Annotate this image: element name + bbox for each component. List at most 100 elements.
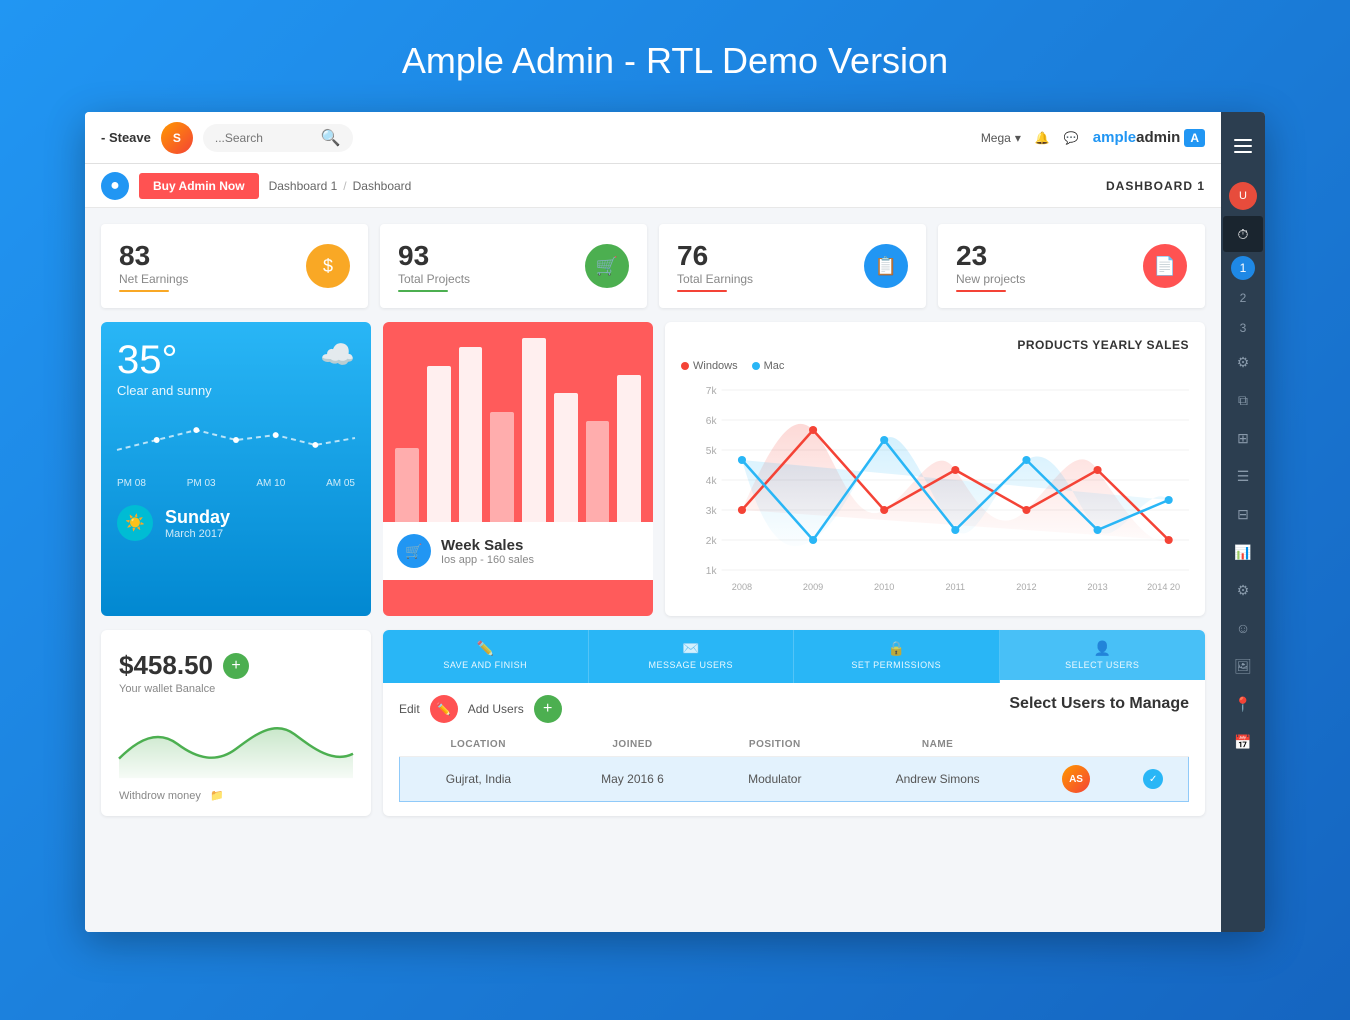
stat-card-3: 23 New projects 📄	[938, 224, 1205, 308]
sales-bar-4	[522, 338, 546, 522]
weather-time-1: PM 03	[187, 478, 216, 489]
weather-icon: ☁️	[320, 338, 355, 371]
cell-position: Modulator	[708, 757, 841, 802]
tab-save-finish[interactable]: ✏️ SAVE AND FINISH	[383, 630, 589, 683]
stat-left-0: 83 Net Earnings	[119, 240, 188, 292]
sales-bar-3	[490, 412, 514, 522]
sidebar-list-icon[interactable]: ☰	[1223, 458, 1263, 494]
users-tabs: ✏️ SAVE AND FINISH ✉️ MESSAGE USERS 🔒 SE…	[383, 630, 1205, 683]
cell-joined: May 2016 6	[557, 757, 708, 802]
select-users-label: SELECT USERS	[1065, 660, 1139, 670]
sidebar-location-icon[interactable]: 📍	[1223, 686, 1263, 722]
weather-wave-chart	[117, 410, 355, 470]
tab-select-users[interactable]: 👤 SELECT USERS	[1000, 630, 1206, 683]
stat-label-1: Total Projects	[398, 272, 470, 286]
svg-text:6k: 6k	[706, 416, 718, 427]
bottom-row: $458.50 + Your wallet Banalce	[101, 630, 1205, 816]
search-input[interactable]	[215, 131, 315, 145]
sidebar-grid-icon[interactable]: ⊞	[1223, 420, 1263, 456]
table-row[interactable]: Gujrat, India May 2016 6 Modulator Andre…	[400, 757, 1189, 802]
sidebar-image-icon[interactable]: 🖼	[1223, 648, 1263, 684]
add-users-button[interactable]: +	[534, 695, 562, 723]
svg-text:7k: 7k	[706, 386, 718, 397]
sidebar-num-1[interactable]: 1	[1231, 256, 1255, 280]
col-name: NAME	[841, 733, 1033, 757]
stats-row: 83 Net Earnings $ 93 Total Projects 🛒	[101, 224, 1205, 308]
col-position: POSITION	[708, 733, 841, 757]
weather-date: Sunday March 2017	[165, 507, 230, 540]
legend-label-windows: Windows	[693, 360, 738, 372]
chevron-down-icon: ▾	[1015, 131, 1021, 145]
mega-label: Mega	[981, 131, 1011, 145]
dashboard-body: 83 Net Earnings $ 93 Total Projects 🛒	[85, 208, 1221, 932]
sidebar-calendar-icon[interactable]: 📅	[1223, 724, 1263, 760]
middle-row: 35° ☁️ Clear and sunny	[101, 322, 1205, 616]
stat-icon-2: 📋	[864, 244, 908, 288]
col-joined: JOINED	[557, 733, 708, 757]
breadcrumb-item-1: Dashboard 1	[269, 179, 338, 193]
svg-text:2013: 2013	[1087, 582, 1107, 592]
stat-label-2: Total Earnings	[677, 272, 753, 286]
sidebar-table-icon[interactable]: ⊟	[1223, 496, 1263, 532]
weather-bottom: ☀️ Sunday March 2017	[117, 505, 355, 541]
weather-time-3: AM 05	[326, 478, 355, 489]
chart-legend: Windows Mac	[681, 360, 1189, 372]
weather-time-2: AM 10	[256, 478, 285, 489]
tab-set-permissions[interactable]: 🔒 SET PERMISSIONS	[794, 630, 1000, 683]
legend-dot-mac	[752, 362, 760, 370]
sidebar-smile-icon[interactable]: ☺	[1223, 610, 1263, 646]
stat-icon-1: 🛒	[585, 244, 629, 288]
messages-icon[interactable]: 💬	[1064, 131, 1079, 145]
sidebar-gear-icon[interactable]: ⚙	[1223, 572, 1263, 608]
stat-label-0: Net Earnings	[119, 272, 188, 286]
weather-day: Sunday	[165, 507, 230, 528]
legend-mac: Mac	[752, 360, 785, 372]
sales-bar-5	[554, 393, 578, 522]
stat-underline-1	[398, 290, 448, 292]
mega-menu[interactable]: Mega ▾	[981, 131, 1021, 145]
svg-text:2014 20: 2014 20	[1147, 582, 1180, 592]
weather-sun-icon: ☀️	[117, 505, 153, 541]
page-title: Ample Admin - RTL Demo Version	[402, 0, 948, 112]
hamburger-button[interactable]	[1221, 120, 1265, 172]
sidebar-chart-icon[interactable]: 📊	[1223, 534, 1263, 570]
app-wrapper: - Steave S 🔍 Mega ▾ 🔔 💬 ampleadmin A	[85, 112, 1265, 932]
buy-admin-button[interactable]: Buy Admin Now	[139, 173, 259, 199]
stat-left-3: 23 New projects	[956, 240, 1025, 292]
hamburger-line-3	[1234, 151, 1252, 153]
wallet-chart	[119, 709, 353, 779]
edit-button[interactable]: ✏️	[430, 695, 458, 723]
legend-label-mac: Mac	[764, 360, 785, 372]
sidebar-copy-icon[interactable]: ⧉	[1223, 382, 1263, 418]
brand-icon: A	[1184, 129, 1205, 147]
sidebar-num-3[interactable]: 3	[1223, 314, 1263, 342]
sales-card-bottom: 🛒 Week Sales Ios app - 160 sales	[383, 522, 653, 580]
stat-icon-3: 📄	[1143, 244, 1187, 288]
stat-underline-0	[119, 290, 169, 292]
wallet-card: $458.50 + Your wallet Banalce	[101, 630, 371, 816]
dot-button[interactable]: ●	[101, 172, 129, 200]
sidebar-user-icon[interactable]: U	[1223, 178, 1263, 214]
search-box: 🔍	[203, 124, 353, 152]
svg-text:3k: 3k	[706, 506, 718, 517]
weather-time-0: PM 08	[117, 478, 146, 489]
wallet-add-button[interactable]: +	[223, 653, 249, 679]
tab-message-users[interactable]: ✉️ MESSAGE USERS	[589, 630, 795, 683]
svg-text:4k: 4k	[706, 476, 718, 487]
user-avatar[interactable]: S	[161, 122, 193, 154]
stat-card-2: 76 Total Earnings 📋	[659, 224, 926, 308]
message-users-label: MESSAGE USERS	[648, 660, 733, 670]
sidebar-num-2[interactable]: 2	[1223, 284, 1263, 312]
sales-bar-7	[617, 375, 641, 522]
breadcrumb: Dashboard 1 / Dashboard	[269, 179, 412, 193]
sales-bar-0	[395, 448, 419, 522]
user-avatar-icon: AS	[1062, 765, 1090, 793]
svg-text:2011: 2011	[945, 582, 965, 592]
svg-text:2k: 2k	[706, 536, 718, 547]
breadcrumb-separator: /	[343, 179, 346, 193]
svg-text:2012: 2012	[1016, 582, 1036, 592]
sidebar-clock-icon[interactable]: ⏱	[1223, 216, 1263, 252]
sidebar-settings-icon[interactable]: ⚙	[1223, 344, 1263, 380]
cell-name: Andrew Simons	[841, 757, 1033, 802]
notifications-icon[interactable]: 🔔	[1035, 131, 1050, 145]
